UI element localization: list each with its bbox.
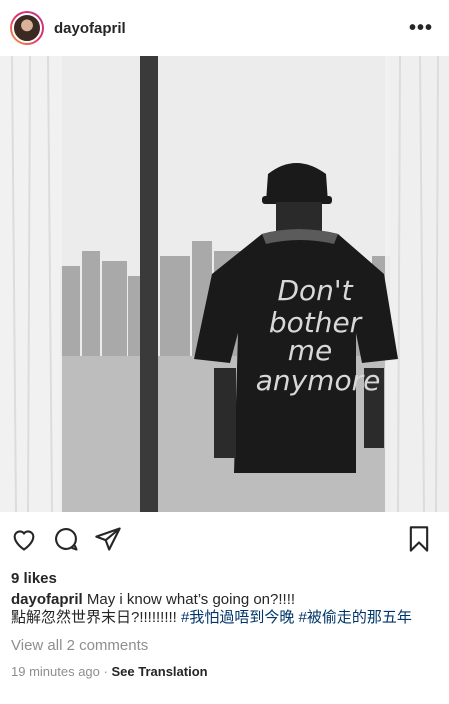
post-header: dayofapril ••• xyxy=(0,0,449,56)
separator: · xyxy=(103,664,108,679)
caption: dayofapril May i know what’s going on?!!… xyxy=(0,587,449,627)
avatar[interactable] xyxy=(10,11,44,45)
shirt-line-4: anymore xyxy=(256,364,381,397)
action-bar xyxy=(0,512,449,566)
hashtag-2[interactable]: #被偷走的那五年 xyxy=(299,609,412,626)
timestamp: 19 minutes ago xyxy=(11,664,100,679)
view-comments-link[interactable]: View all 2 comments xyxy=(0,627,449,654)
username[interactable]: dayofapril xyxy=(54,20,126,37)
caption-text-line-1: May i know what’s going on?!!!! xyxy=(86,591,296,608)
see-translation-link[interactable]: See Translation xyxy=(112,664,208,679)
comment-icon[interactable] xyxy=(52,525,80,553)
bookmark-icon[interactable] xyxy=(405,525,433,553)
photo-scene: Don't bother me anymore xyxy=(0,56,449,512)
more-icon[interactable]: ••• xyxy=(403,17,439,40)
hashtag-1[interactable]: #我怕過唔到今晚 xyxy=(181,609,294,626)
avatar-image xyxy=(12,13,42,43)
heart-icon[interactable] xyxy=(10,525,38,553)
caption-text-line-2: 點解忽然世界末日?!!!!!!!!! xyxy=(11,609,177,626)
shirt-line-1: Don't xyxy=(277,274,353,307)
shirt-line-3: me xyxy=(288,334,333,367)
likes-count[interactable]: 9 likes xyxy=(0,570,449,587)
caption-username[interactable]: dayofapril xyxy=(11,591,83,608)
post-meta: 19 minutes ago · See Translation xyxy=(0,654,449,679)
post-photo[interactable]: Don't bother me anymore xyxy=(0,56,449,512)
share-icon[interactable] xyxy=(94,525,122,553)
